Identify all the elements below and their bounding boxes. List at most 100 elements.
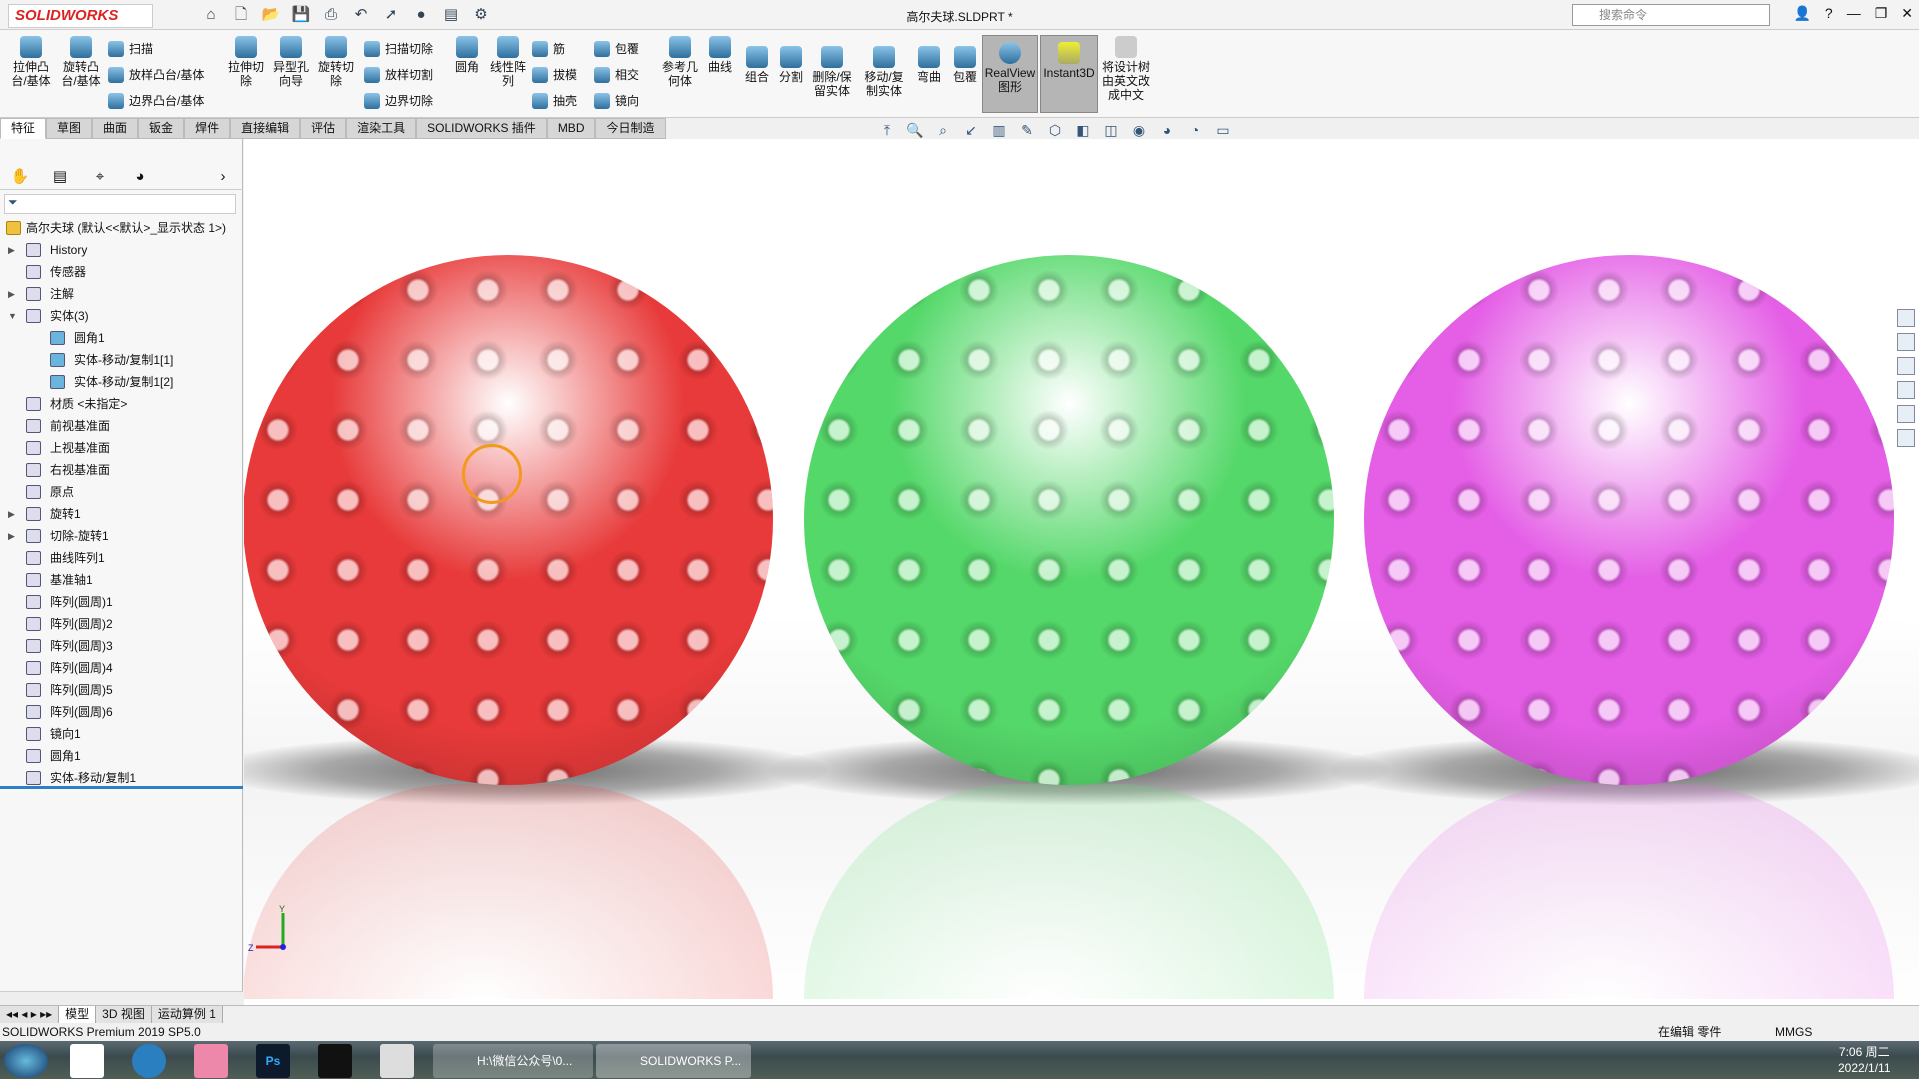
tree-item[interactable]: 上视基准面 bbox=[0, 437, 243, 459]
appearances-icon[interactable] bbox=[1897, 405, 1915, 423]
command-tab[interactable]: 渲染工具 bbox=[346, 118, 417, 139]
fillet-button[interactable]: 圆角 bbox=[452, 36, 482, 74]
mirror-button[interactable]: 镜向 bbox=[594, 92, 639, 109]
view-orientation-icon[interactable]: ⬡ bbox=[1046, 122, 1064, 140]
design-library-icon[interactable] bbox=[1897, 333, 1915, 351]
user-icon[interactable]: 👤 bbox=[1793, 5, 1810, 22]
hole-wizard-button[interactable]: 异型孔向导 bbox=[270, 36, 312, 88]
revolve-cut-button[interactable]: 旋转切除 bbox=[316, 36, 356, 88]
command-tab[interactable]: 草图 bbox=[46, 118, 93, 139]
tree-item[interactable]: 阵列(圆周)1 bbox=[0, 591, 243, 613]
tree-item[interactable]: ▶ 注解 bbox=[0, 283, 243, 305]
realview-graphics-toggle[interactable]: RealView图形 bbox=[982, 35, 1038, 113]
display-style-icon[interactable]: ◧ bbox=[1074, 122, 1092, 140]
taskbar-explorer-window[interactable]: H:\微信公众号\0... bbox=[433, 1044, 593, 1078]
hide-show-icon[interactable]: ◫ bbox=[1102, 122, 1120, 140]
horizontal-scrollbar[interactable] bbox=[0, 991, 243, 1005]
tree-item[interactable]: 实体-移动/复制1[1] bbox=[0, 349, 243, 371]
section-view-icon[interactable]: ▥ bbox=[990, 122, 1008, 140]
revolve-boss-button[interactable]: 旋转凸台/基体 bbox=[58, 36, 104, 88]
command-tab[interactable]: 特征 bbox=[0, 118, 47, 139]
custom-properties-icon[interactable] bbox=[1897, 429, 1915, 447]
tree-filter-input[interactable]: ⏷ bbox=[4, 194, 236, 214]
tree-item[interactable]: 圆角1 bbox=[0, 327, 243, 349]
edit-appearance-icon[interactable]: ◕ bbox=[1158, 122, 1176, 140]
tree-item[interactable]: 原点 bbox=[0, 481, 243, 503]
search-commands-input[interactable]: 搜索命令 bbox=[1572, 4, 1770, 26]
dynamic-annotation-icon[interactable]: ✎ bbox=[1018, 122, 1036, 140]
maximize-button[interactable]: ❐ bbox=[1875, 5, 1888, 22]
recorder-icon[interactable] bbox=[318, 1044, 352, 1078]
extrude-cut-button[interactable]: 拉伸切除 bbox=[226, 36, 266, 88]
resources-home-icon[interactable] bbox=[1897, 309, 1915, 327]
display-manager-tab-icon[interactable]: ◕ bbox=[120, 164, 160, 190]
previous-view-icon[interactable]: ↙ bbox=[962, 122, 980, 140]
expand-arrow-icon[interactable]: ▶ bbox=[8, 525, 15, 547]
tree-item[interactable]: 阵列(圆周)3 bbox=[0, 635, 243, 657]
sweep-button[interactable]: 扫描 bbox=[108, 40, 153, 57]
extrude-boss-button[interactable]: 拉伸凸台/基体 bbox=[8, 36, 54, 88]
visibility-eye-icon[interactable]: ◉ bbox=[1130, 122, 1148, 140]
tree-item[interactable]: 实体-移动/复制1 bbox=[0, 767, 243, 789]
tree-root-part[interactable]: 高尔夫球 (默认<<默认>_显示状态 1>) bbox=[0, 217, 243, 239]
view-settings-icon[interactable]: ▭ bbox=[1214, 122, 1232, 140]
browser-icon[interactable] bbox=[132, 1044, 166, 1078]
boundary-cut-button[interactable]: 边界切除 bbox=[364, 92, 433, 109]
configuration-manager-tab-icon[interactable]: ⌖ bbox=[80, 164, 120, 190]
unit-system-selector[interactable]: MMGS bbox=[1775, 1023, 1812, 1041]
tree-item[interactable]: 材质 <未指定> bbox=[0, 393, 243, 415]
flex-button[interactable]: 弯曲 bbox=[914, 46, 944, 84]
tree-item[interactable]: ▶ 旋转1 bbox=[0, 503, 243, 525]
tree-item[interactable]: 右视基准面 bbox=[0, 459, 243, 481]
clock[interactable]: 7:06 周二 2022/1/11 bbox=[1838, 1044, 1891, 1076]
command-tab[interactable]: MBD bbox=[546, 118, 596, 139]
photo-app-icon[interactable] bbox=[194, 1044, 228, 1078]
tab-motion-study[interactable]: 运动算例 1 bbox=[151, 1006, 223, 1023]
golf-ball[interactable] bbox=[1364, 255, 1894, 785]
wrap-button[interactable]: 包覆 bbox=[950, 46, 980, 84]
tree-item[interactable]: 阵列(圆周)4 bbox=[0, 657, 243, 679]
tree-item[interactable]: ▶ History bbox=[0, 239, 243, 261]
lofted-cut-button[interactable]: 放样切割 bbox=[364, 66, 433, 83]
zoom-selection-icon[interactable]: ⌕ bbox=[934, 122, 952, 140]
tab-3d-views[interactable]: 3D 视图 bbox=[96, 1006, 152, 1023]
baidu-netdisk-icon[interactable] bbox=[70, 1044, 104, 1078]
expand-arrow-icon[interactable]: ▶ bbox=[8, 283, 15, 305]
reference-geometry-button[interactable]: 参考几何体 bbox=[660, 36, 700, 88]
tree-item[interactable]: 阵列(圆周)2 bbox=[0, 613, 243, 635]
tree-item[interactable]: 阵列(圆周)6 bbox=[0, 701, 243, 723]
command-tab[interactable]: SOLIDWORKS 插件 bbox=[416, 118, 547, 139]
split-button[interactable]: 分割 bbox=[776, 46, 806, 84]
snipping-tool-icon[interactable] bbox=[380, 1044, 414, 1078]
tree-item[interactable]: 前视基准面 bbox=[0, 415, 243, 437]
rib-button[interactable]: 筋 bbox=[532, 40, 565, 57]
command-tab[interactable]: 今日制造 bbox=[595, 118, 666, 139]
expand-arrow-icon[interactable]: ▼ bbox=[8, 305, 17, 327]
tree-item[interactable]: 圆角1 bbox=[0, 745, 243, 767]
golf-ball[interactable] bbox=[804, 255, 1334, 785]
expand-arrow-icon[interactable]: ▶ bbox=[8, 239, 15, 261]
zoom-to-fit-icon[interactable]: ⤒ bbox=[878, 122, 896, 140]
draft-button[interactable]: 拔模 bbox=[532, 66, 577, 83]
help-icon[interactable]: ? bbox=[1825, 5, 1833, 22]
expand-panel-chevron-icon[interactable]: › bbox=[203, 164, 243, 190]
tree-item[interactable]: ▼ 实体(3) bbox=[0, 305, 243, 327]
tree-item[interactable]: 阵列(圆周)5 bbox=[0, 679, 243, 701]
expand-arrow-icon[interactable]: ▶ bbox=[8, 503, 15, 525]
swept-cut-button[interactable]: 扫描切除 bbox=[364, 40, 433, 57]
taskbar-solidworks-window[interactable]: SOLIDWORKS P... bbox=[596, 1044, 751, 1078]
instant3d-toggle[interactable]: Instant3D bbox=[1040, 35, 1098, 113]
move-copy-body-button[interactable]: 移动/复制实体 bbox=[862, 46, 906, 98]
wrap-small-button[interactable]: 包覆 bbox=[594, 40, 639, 57]
command-tab[interactable]: 曲面 bbox=[92, 118, 139, 139]
command-tab[interactable]: 直接编辑 bbox=[230, 118, 301, 139]
delete-keep-body-button[interactable]: 删除/保留实体 bbox=[810, 46, 854, 98]
property-manager-tab-icon[interactable]: ▤ bbox=[40, 164, 80, 190]
command-tab[interactable]: 评估 bbox=[300, 118, 347, 139]
close-button[interactable]: ✕ bbox=[1901, 5, 1913, 22]
translate-tree-button[interactable]: 将设计树由英文改成中文 bbox=[1100, 36, 1152, 102]
tree-item[interactable]: 基准轴1 bbox=[0, 569, 243, 591]
loft-boss-button[interactable]: 放样凸台/基体 bbox=[108, 66, 204, 83]
feature-manager-tab-icon[interactable]: ✋ bbox=[0, 164, 40, 190]
shell-button[interactable]: 抽壳 bbox=[532, 92, 577, 109]
